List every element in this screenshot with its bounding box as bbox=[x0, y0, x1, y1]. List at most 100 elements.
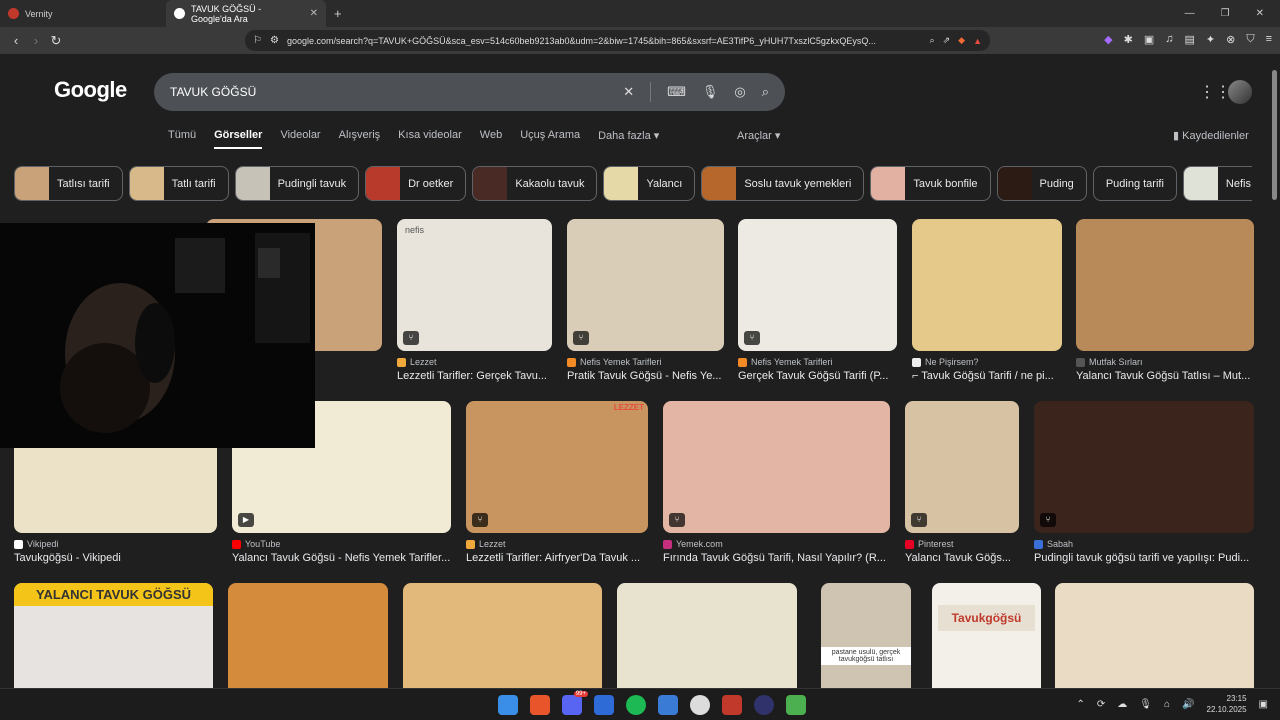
source-favicon-icon bbox=[738, 357, 747, 367]
source-name: Ne Pişirsem? bbox=[925, 357, 979, 367]
time: 23:15 bbox=[1226, 694, 1247, 703]
result-thumbnail[interactable]: ⑂ LEZZET bbox=[466, 401, 648, 533]
result-source[interactable]: Nefis Yemek Tarifleri bbox=[567, 357, 724, 367]
tray-expand-icon[interactable]: ⌃ bbox=[1077, 699, 1085, 710]
source-name: Nefis Yemek Tarifleri bbox=[580, 357, 662, 367]
result-thumbnail[interactable]: ⑂ bbox=[738, 219, 897, 351]
vpn-app-icon[interactable] bbox=[594, 695, 614, 715]
source-favicon-icon bbox=[1076, 357, 1085, 367]
result-title[interactable]: Pudingli tavuk göğsü tarifi ve yapılışı:… bbox=[1034, 552, 1254, 564]
video-icon: ▶ bbox=[238, 513, 254, 527]
image-result[interactable]: ⑂ Nefis Yemek Tarifleri Pratik Tavuk Göğsü… bbox=[567, 219, 724, 382]
image-result[interactable] bbox=[617, 583, 797, 688]
volume-icon[interactable]: 🔊 bbox=[1182, 699, 1194, 710]
brave-icon[interactable] bbox=[530, 695, 550, 715]
source-name: Vikipedi bbox=[27, 539, 59, 549]
page-scrollbar[interactable] bbox=[1272, 70, 1277, 200]
result-source[interactable]: Ne Pişirsem? bbox=[912, 357, 1062, 367]
recipe-icon: ⑂ bbox=[744, 331, 760, 345]
result-source[interactable]: Lezzet bbox=[397, 357, 552, 367]
source-name: Nefis Yemek Tarifleri bbox=[751, 357, 833, 367]
source-name: Pinterest bbox=[918, 539, 954, 549]
result-thumbnail[interactable] bbox=[912, 219, 1062, 351]
source-favicon-icon bbox=[567, 357, 576, 367]
source-name: Lezzet bbox=[479, 539, 506, 549]
source-favicon-icon bbox=[905, 539, 914, 549]
start-icon[interactable] bbox=[498, 695, 518, 715]
image-result[interactable] bbox=[1055, 583, 1254, 688]
image-result[interactable]: pastane usulü, gerçek tavukgöğsü tatlısı bbox=[821, 583, 911, 688]
result-title[interactable]: Lezzetli Tarifler: Gerçek Tavu... bbox=[397, 370, 552, 382]
source-name: YouTube bbox=[245, 539, 281, 549]
image-result[interactable]: ⑂ Sabah Pudingli tavuk göğsü tarifi ve yap… bbox=[1034, 401, 1254, 564]
cloud-icon[interactable]: ☁ bbox=[1117, 699, 1127, 710]
image-result[interactable]: Mutfak Sırları Yalancı Tavuk Göğsü Tatlıs… bbox=[1076, 219, 1254, 382]
result-source[interactable]: Lezzet bbox=[466, 539, 648, 549]
date: 22.10.2025 bbox=[1206, 705, 1247, 714]
overlay-text: pastane usulü, gerçek tavukgöğsü tatlısı bbox=[821, 647, 911, 665]
result-source[interactable]: Yemek.com bbox=[663, 539, 890, 549]
watermark: nefis bbox=[405, 225, 425, 235]
image-result[interactable]: ⑂ Pinterest Yalancı Tavuk Göğs... bbox=[905, 401, 1019, 564]
result-thumbnail[interactable]: ⑂ bbox=[663, 401, 890, 533]
image-result[interactable]: YALANCI TAVUK GÖĞSÜ bbox=[14, 583, 213, 688]
image-result[interactable]: ⑂ Nefis Yemek Tarifleri Gerçek Tavuk Göğsü… bbox=[738, 219, 897, 382]
network-icon[interactable]: ⌂ bbox=[1164, 699, 1170, 710]
result-thumbnail[interactable]: ⑂ nefis bbox=[397, 219, 552, 351]
result-source[interactable]: Pinterest bbox=[905, 539, 1019, 549]
recipe-icon: ⑂ bbox=[573, 331, 589, 345]
notifications-icon[interactable]: ▣ bbox=[1259, 699, 1268, 710]
sync-icon[interactable]: ⟳ bbox=[1097, 699, 1105, 710]
discord-icon[interactable]: 99+ bbox=[562, 691, 588, 715]
taskbar: 99+ ⌃ ⟳ ☁ 🎙 ⌂ 🔊 23:15 22.10.2025 ▣ bbox=[0, 688, 1280, 720]
result-title[interactable]: Yalancı Tavuk Göğsü Tatlısı – Mut... bbox=[1076, 370, 1254, 382]
overlay-text: YALANCI TAVUK GÖĞSÜ bbox=[14, 583, 213, 606]
image-result[interactable]: Ne Pişirsem? ⌐ Tavuk Göğsü Tarifi / ne pi… bbox=[912, 219, 1062, 382]
result-title[interactable]: Lezzetli Tarifler: Airfryer'Da Tavuk ... bbox=[466, 552, 648, 564]
obs-icon[interactable] bbox=[754, 695, 774, 715]
microphone-icon[interactable]: 🎙 bbox=[1139, 699, 1152, 710]
source-name: Sabah bbox=[1047, 539, 1074, 549]
result-title[interactable]: Pratik Tavuk Göğsü - Nefis Ye... bbox=[567, 370, 724, 382]
result-source[interactable]: Nefis Yemek Tarifleri bbox=[738, 357, 897, 367]
result-title[interactable]: Gerçek Tavuk Göğsü Tarifi (P... bbox=[738, 370, 897, 382]
image-result[interactable]: Tavukgöğsü bbox=[932, 583, 1041, 688]
result-thumbnail[interactable]: ⑂ bbox=[567, 219, 724, 351]
watermark: LEZZET bbox=[613, 403, 644, 412]
image-result[interactable]: ⑂ LEZZET Lezzet Lezzetli Tarifler: Airfryer… bbox=[466, 401, 648, 564]
source-favicon-icon bbox=[912, 357, 921, 367]
webcam-overlay bbox=[0, 223, 315, 448]
result-thumbnail[interactable]: ⑂ bbox=[1034, 401, 1254, 533]
app-icon[interactable] bbox=[658, 695, 678, 715]
image-result[interactable] bbox=[228, 583, 388, 688]
result-title[interactable]: Yalancı Tavuk Göğsü - Nefis Yemek Tarifl… bbox=[232, 552, 451, 564]
result-thumbnail[interactable]: ⑂ bbox=[905, 401, 1019, 533]
image-result[interactable]: ⑂ nefis Lezzet Lezzetli Tarifler: Gerçek Ta… bbox=[397, 219, 552, 382]
source-favicon-icon bbox=[14, 539, 23, 549]
spotify-icon[interactable] bbox=[626, 695, 646, 715]
notification-badge: 99+ bbox=[573, 691, 588, 697]
clock[interactable]: 23:15 22.10.2025 bbox=[1207, 693, 1247, 715]
source-favicon-icon bbox=[397, 357, 406, 367]
source-name: Mutfak Sırları bbox=[1089, 357, 1143, 367]
image-result[interactable] bbox=[403, 583, 602, 688]
result-thumbnail[interactable] bbox=[1076, 219, 1254, 351]
recorder-icon[interactable] bbox=[722, 695, 742, 715]
webcam-image bbox=[0, 223, 315, 448]
source-favicon-icon bbox=[232, 539, 241, 549]
result-title[interactable]: ⌐ Tavuk Göğsü Tarifi / ne pi... bbox=[912, 370, 1062, 382]
result-source[interactable]: Sabah bbox=[1034, 539, 1254, 549]
recipe-icon: ⑂ bbox=[472, 513, 488, 527]
source-favicon-icon bbox=[1034, 539, 1043, 549]
result-source[interactable]: YouTube bbox=[232, 539, 451, 549]
stream-app-icon[interactable] bbox=[786, 695, 806, 715]
result-source[interactable]: Vikipedi bbox=[14, 539, 217, 549]
image-result[interactable]: ⑂ Yemek.com Fırında Tavuk Göğsü Tarifi, Na… bbox=[663, 401, 890, 564]
result-title[interactable]: Tavukgöğsü - Vikipedi bbox=[14, 552, 217, 564]
source-name: Lezzet bbox=[410, 357, 437, 367]
result-title[interactable]: Fırında Tavuk Göğsü Tarifi, Nasıl Yapılı… bbox=[663, 552, 890, 564]
steam-icon[interactable] bbox=[690, 695, 710, 715]
result-title[interactable]: Yalancı Tavuk Göğs... bbox=[905, 552, 1019, 564]
source-favicon-icon bbox=[663, 539, 672, 549]
result-source[interactable]: Mutfak Sırları bbox=[1076, 357, 1254, 367]
